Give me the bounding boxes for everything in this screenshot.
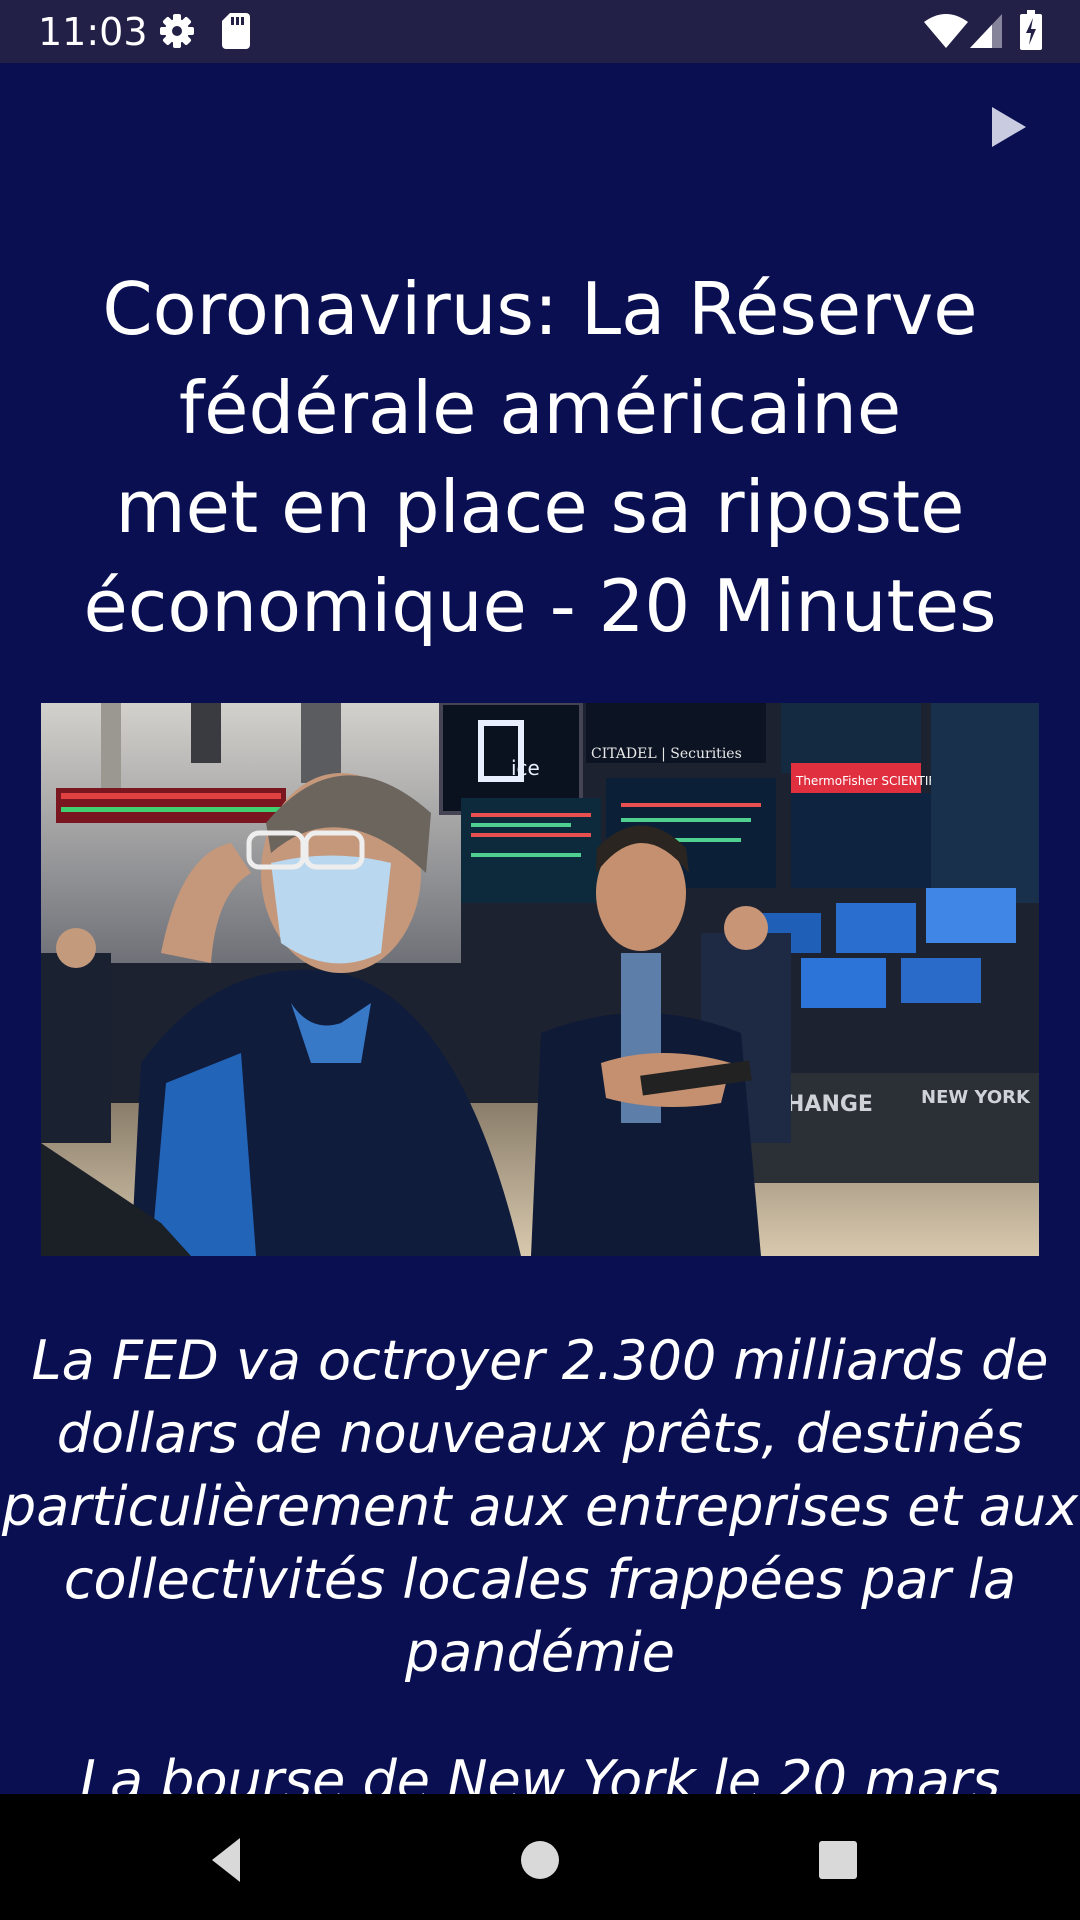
battery-icon xyxy=(1020,10,1042,55)
article-summary: La FED va octroyer 2.300 milliards de do… xyxy=(0,1324,1080,1689)
play-icon xyxy=(992,107,1026,147)
headline-line: fédérale américaine xyxy=(178,366,902,450)
article-view[interactable]: Coronavirus: La Réserve fédérale américa… xyxy=(0,63,1080,1794)
home-icon xyxy=(521,1841,559,1879)
recents-icon xyxy=(819,1841,857,1879)
back-button[interactable] xyxy=(200,1830,260,1890)
image-caption: La bourse de New York le 20 mars xyxy=(79,1749,1001,1794)
headline-line: économique - 20 Minutes xyxy=(83,564,997,648)
navigation-bar xyxy=(0,1794,1080,1920)
article-image: ice CITADEL | Securities ThermoFisher SC… xyxy=(41,703,1039,1256)
signal-icon xyxy=(970,14,1002,53)
summary-line: La FED va octroyer 2.300 milliards de xyxy=(31,1329,1049,1392)
newyork-sign: NEW YORK xyxy=(921,1087,1031,1108)
summary-line: particulièrement aux entreprises et aux xyxy=(1,1475,1079,1538)
recents-button[interactable] xyxy=(808,1830,868,1890)
home-button[interactable] xyxy=(510,1830,570,1890)
citadel-sign: CITADEL | Securities xyxy=(591,746,742,762)
play-button[interactable] xyxy=(986,103,1030,151)
summary-line: pandémie xyxy=(405,1621,675,1684)
sd-card-icon xyxy=(222,13,250,54)
article-headline: Coronavirus: La Réserve fédérale américa… xyxy=(40,260,1040,656)
thermo-sign: ThermoFisher SCIENTIFIC xyxy=(795,774,947,788)
gear-icon xyxy=(158,12,196,55)
status-bar: 11:03 xyxy=(0,0,1080,63)
status-time: 11:03 xyxy=(38,10,148,54)
headline-line: Coronavirus: La Réserve xyxy=(102,267,978,351)
back-icon xyxy=(212,1838,240,1882)
wifi-icon xyxy=(924,14,968,53)
ice-sign: ice xyxy=(511,756,540,780)
summary-line: collectivités locales frappées par la xyxy=(63,1548,1017,1611)
headline-line: met en place sa riposte xyxy=(115,465,965,549)
summary-line: dollars de nouveaux prêts, destinés xyxy=(56,1402,1024,1465)
exchange-sign: HANGE xyxy=(786,1092,873,1117)
